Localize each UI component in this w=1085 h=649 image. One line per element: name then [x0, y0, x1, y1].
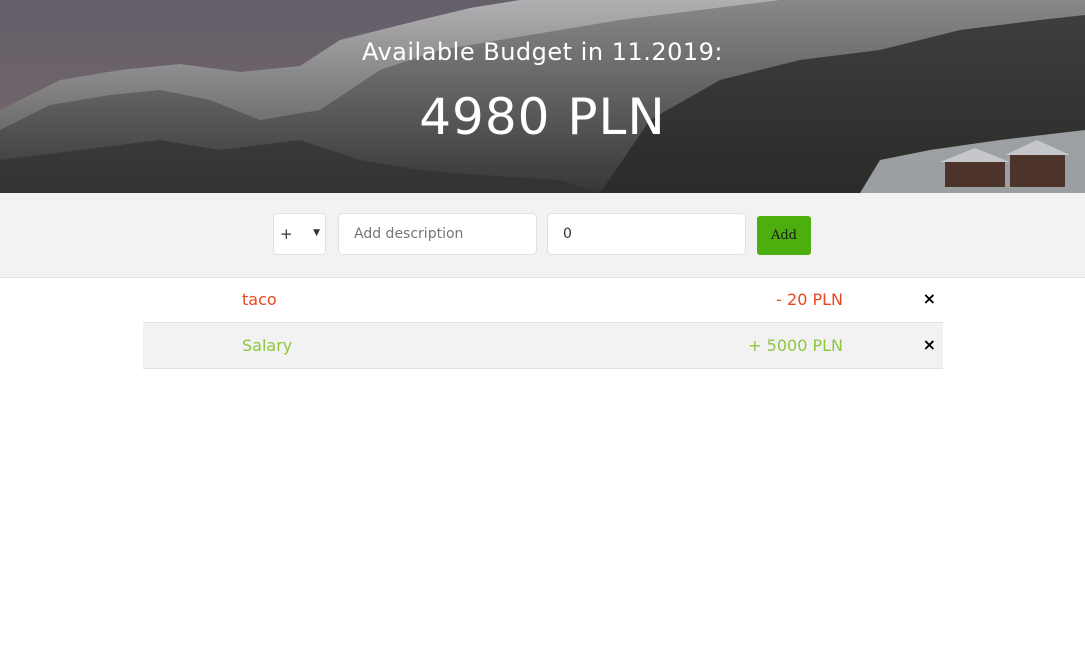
value-input[interactable] [547, 213, 746, 255]
entries-list: taco - 20 PLN × Salary + 5000 PLN × [143, 277, 943, 369]
entry-description: taco [242, 290, 277, 309]
add-entry-bar: + ▼ Add [0, 193, 1085, 278]
entry-type-select[interactable]: + ▼ [273, 213, 326, 255]
entry-amount: - 20 PLN [776, 290, 843, 309]
budget-title: Available Budget in 11.2019: [361, 38, 724, 66]
available-budget-value: 4980 PLN [419, 88, 666, 146]
budget-header: Available Budget in 11.2019: 4980 PLN [0, 0, 1085, 193]
delete-icon[interactable]: × [923, 289, 936, 308]
entry-description: Salary [242, 336, 293, 355]
description-input[interactable] [338, 213, 537, 255]
list-item: taco - 20 PLN × [143, 277, 943, 323]
entry-type-value: + [280, 225, 293, 243]
list-item: Salary + 5000 PLN × [143, 323, 943, 369]
add-button[interactable]: Add [757, 216, 811, 255]
entry-amount: + 5000 PLN [748, 336, 843, 355]
delete-icon[interactable]: × [923, 335, 936, 354]
chevron-down-icon: ▼ [313, 228, 320, 238]
